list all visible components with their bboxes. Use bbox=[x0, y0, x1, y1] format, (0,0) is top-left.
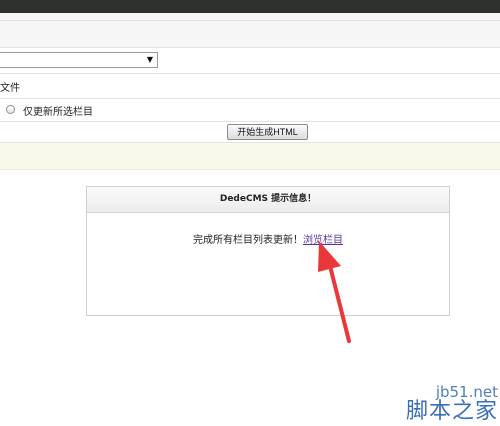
watermark-domain: jb51.net bbox=[435, 383, 498, 401]
site-watermark: jb51.net 脚本之家 bbox=[406, 384, 498, 424]
red-arrow-annotation bbox=[318, 241, 351, 343]
watermark-name: 脚本之家 bbox=[405, 399, 498, 424]
